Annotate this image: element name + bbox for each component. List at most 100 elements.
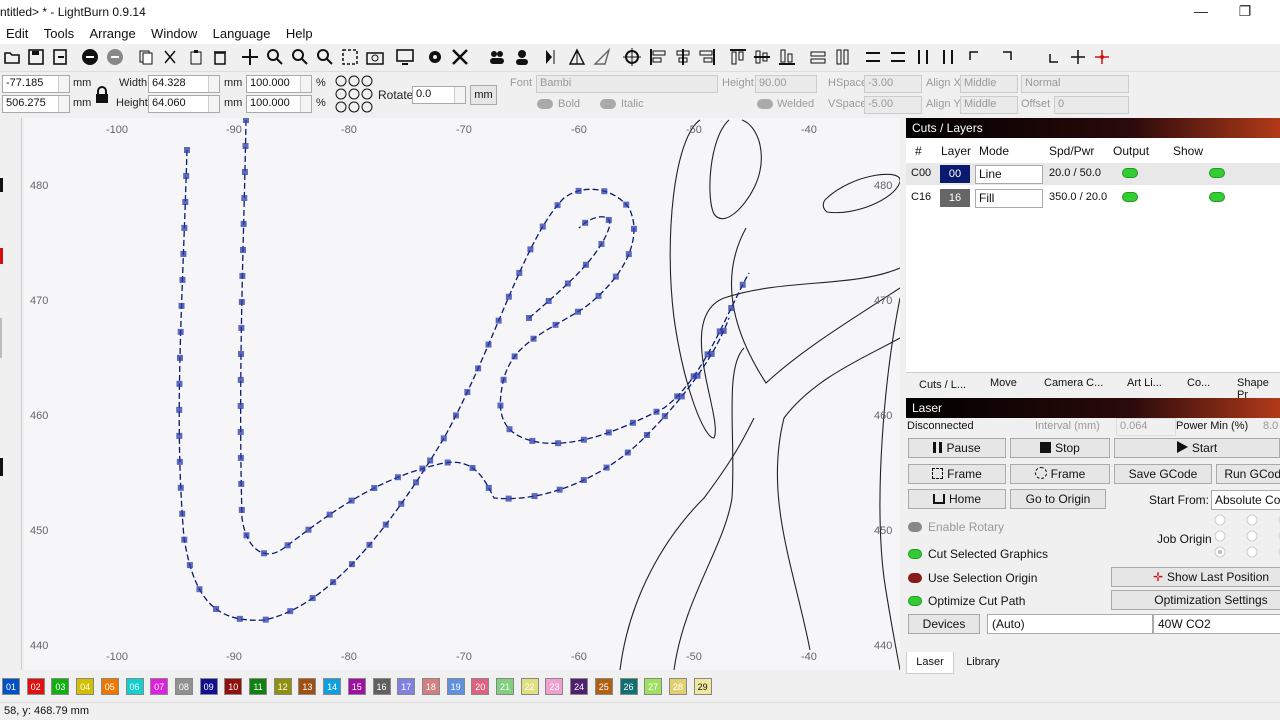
path-node-marker[interactable] — [236, 615, 243, 622]
palette-swatch-29[interactable]: 29 — [693, 678, 712, 695]
redo-icon[interactable] — [105, 47, 125, 67]
menu-arrange[interactable]: Arrange — [83, 24, 141, 43]
path-node-marker[interactable] — [506, 426, 513, 433]
zoom-in-icon[interactable] — [265, 47, 285, 67]
show-toggle[interactable] — [1209, 168, 1225, 178]
path-node-marker[interactable] — [238, 298, 245, 305]
alignx-select[interactable]: Middle — [960, 75, 1018, 93]
palette-swatch-21[interactable]: 21 — [496, 678, 514, 695]
path-node-marker[interactable] — [595, 292, 602, 299]
path-node-marker[interactable] — [643, 432, 650, 439]
menu-help[interactable]: Help — [280, 24, 319, 43]
layer-color-swatch[interactable]: 00 — [940, 165, 970, 183]
dist-h-icon[interactable] — [808, 47, 828, 67]
welded-toggle[interactable] — [757, 99, 773, 109]
run-gcode-button[interactable]: Run GCode — [1216, 464, 1280, 484]
font-height-field[interactable]: 90.00 — [755, 75, 817, 93]
path-node-marker[interactable] — [630, 225, 637, 232]
palette-swatch-28[interactable]: 28 — [668, 678, 687, 695]
italic-toggle[interactable] — [600, 99, 616, 109]
palette-swatch-15[interactable]: 15 — [347, 678, 366, 695]
path-node-marker[interactable] — [661, 413, 668, 420]
path-node-marker[interactable] — [243, 118, 249, 123]
path-node-marker[interactable] — [485, 341, 492, 348]
path-node-marker[interactable] — [653, 408, 660, 415]
tab-console[interactable]: Co... — [1187, 377, 1210, 389]
flip-h-icon[interactable] — [542, 47, 562, 67]
optimization-settings-button[interactable]: Optimization Settings — [1111, 590, 1280, 610]
camera-icon[interactable] — [365, 47, 385, 67]
path-node-marker[interactable] — [545, 297, 552, 304]
path-node-marker[interactable] — [526, 315, 532, 321]
use-selection-origin-toggle[interactable] — [908, 573, 922, 583]
path-node-marker[interactable] — [539, 223, 546, 230]
path-node-marker[interactable] — [623, 201, 630, 208]
output-toggle[interactable] — [1122, 168, 1138, 178]
user-icon[interactable] — [512, 47, 532, 67]
path-node-marker[interactable] — [598, 240, 605, 247]
path-node-marker[interactable] — [605, 429, 612, 436]
palette-swatch-04[interactable]: 04 — [76, 678, 95, 695]
path-node-marker[interactable] — [531, 493, 538, 500]
palette-swatch-11[interactable]: 11 — [249, 678, 267, 695]
path-node-marker[interactable] — [720, 327, 727, 334]
palette-swatch-24[interactable]: 24 — [570, 678, 589, 695]
path-node-marker[interactable] — [239, 246, 246, 253]
path-node-marker[interactable] — [444, 459, 451, 466]
path-node-marker[interactable] — [485, 484, 492, 491]
path-node-marker[interactable] — [348, 561, 355, 568]
path-node-marker[interactable] — [382, 521, 389, 528]
path-node-marker[interactable] — [427, 457, 434, 464]
cut-icon[interactable] — [160, 47, 180, 67]
path-node-marker[interactable] — [516, 269, 523, 276]
palette-swatch-18[interactable]: 18 — [421, 678, 440, 695]
path-node-marker[interactable] — [179, 276, 186, 283]
show-toggle[interactable] — [1209, 192, 1225, 202]
machine-select[interactable]: 40W CO2 — [1153, 614, 1280, 634]
start-from-select[interactable]: Absolute Coords — [1211, 490, 1280, 510]
design-canvas[interactable]: -100 -90 -80 -70 -60 -50 -40 -100 -90 -8… — [24, 118, 900, 670]
path-node-marker[interactable] — [497, 402, 504, 409]
interval-field[interactable]: 0.064 — [1116, 418, 1176, 436]
align-bottom-icon[interactable] — [777, 47, 797, 67]
shape-stroke-lower-left[interactable] — [619, 417, 755, 670]
shape-stroke-teardrop[interactable] — [709, 119, 762, 220]
selected-node-markers[interactable] — [176, 118, 746, 623]
layer-row[interactable]: C00 00 Line 20.0 / 50.0 — [906, 163, 1280, 185]
selected-shapes[interactable] — [178, 119, 750, 621]
path-node-marker[interactable] — [262, 616, 269, 623]
mirror-icon[interactable] — [567, 47, 587, 67]
path-node-marker[interactable] — [419, 465, 426, 472]
path-loop-stroke[interactable] — [528, 216, 611, 319]
path-node-marker[interactable] — [180, 250, 187, 257]
tab-laser[interactable]: Laser — [906, 652, 954, 674]
menu-language[interactable]: Language — [207, 24, 277, 43]
units-toggle-button[interactable]: mm — [470, 85, 497, 105]
frame-circle-button[interactable]: Frame — [1010, 464, 1110, 484]
select-tool-icon[interactable] — [0, 178, 3, 192]
palette-swatch-07[interactable]: 07 — [150, 678, 169, 695]
maximize-button[interactable]: ❐ — [1222, 0, 1268, 24]
corner-tr-icon[interactable] — [998, 47, 1018, 67]
tools-icon[interactable] — [450, 47, 470, 67]
path-node-marker[interactable] — [176, 432, 183, 439]
text-tool-icon[interactable] — [0, 458, 3, 476]
path-node-marker[interactable] — [708, 350, 715, 357]
path-node-marker[interactable] — [348, 497, 355, 504]
palette-swatch-17[interactable]: 17 — [397, 678, 416, 695]
path-node-marker[interactable] — [394, 474, 401, 481]
path-node-marker[interactable] — [183, 172, 190, 179]
aligny-select[interactable]: Middle — [960, 96, 1018, 114]
align-right-icon[interactable] — [697, 47, 717, 67]
zoom-fit-icon[interactable] — [315, 47, 335, 67]
path-node-marker[interactable] — [440, 435, 447, 442]
path-inner-stroke[interactable] — [240, 119, 730, 555]
tab-library[interactable]: Library — [958, 652, 1008, 674]
path-node-marker[interactable] — [238, 480, 245, 487]
rotate-field[interactable]: 0.0 — [412, 86, 466, 104]
path-node-marker[interactable] — [582, 219, 589, 226]
job-origin-selector[interactable] — [1212, 514, 1280, 565]
palette-swatch-14[interactable]: 14 — [323, 678, 342, 695]
shape-stroke-right-edge[interactable] — [879, 297, 900, 670]
palette-swatch-12[interactable]: 12 — [273, 678, 292, 695]
